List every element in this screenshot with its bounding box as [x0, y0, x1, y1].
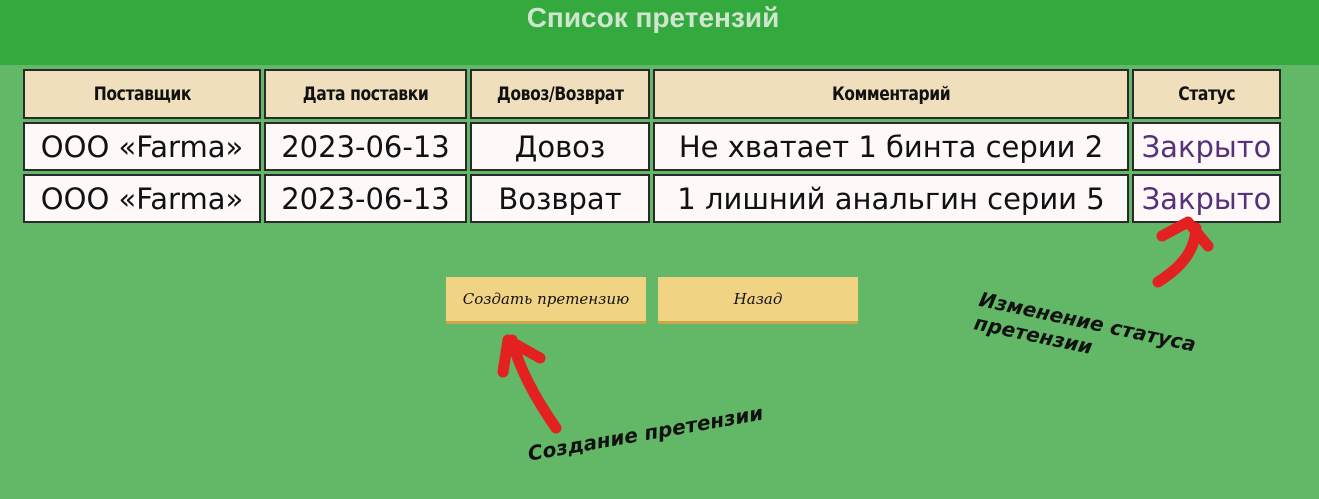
cell-type: Довоз	[470, 122, 650, 171]
status-arrow-icon	[1152, 222, 1202, 288]
cell-delivery-date: 2023-06-13	[264, 122, 467, 171]
column-header-status: Статус	[1132, 69, 1281, 119]
create-arrow-icon	[506, 334, 562, 434]
page-title: Список претензий	[526, 2, 780, 33]
cell-comment: Не хватает 1 бинта серии 2	[653, 122, 1129, 171]
table-row: ООО «Farma» 2023-06-13 Возврат 1 лишний …	[23, 174, 1281, 223]
cell-supplier: ООО «Farma»	[23, 122, 261, 171]
status-annotation: Изменение статуса претензии	[972, 287, 1236, 388]
cell-type: Возврат	[470, 174, 650, 223]
cell-delivery-date: 2023-06-13	[264, 174, 467, 223]
cell-supplier: ООО «Farma»	[23, 174, 261, 223]
create-arrow-head-icon	[497, 334, 546, 378]
back-button[interactable]: Назад	[658, 277, 858, 324]
create-claim-button[interactable]: Создать претензию	[446, 277, 646, 324]
column-header-comment: Комментарий	[653, 69, 1129, 119]
status-link[interactable]: Закрыто	[1132, 122, 1281, 171]
header-bar: Список претензий	[0, 0, 1319, 65]
column-header-supplier: Поставщик	[23, 69, 261, 119]
table-header-row: Поставщик Дата поставки Довоз/Возврат Ко…	[23, 69, 1281, 119]
column-header-type: Довоз/Возврат	[470, 69, 650, 119]
cell-comment: 1 лишний анальгин серии 5	[653, 174, 1129, 223]
status-link[interactable]: Закрыто	[1132, 174, 1281, 223]
create-annotation: Создание претензии	[526, 400, 765, 466]
table-row: ООО «Farma» 2023-06-13 Довоз Не хватает …	[23, 122, 1281, 171]
column-header-delivery-date: Дата поставки	[264, 69, 467, 119]
claims-table: Поставщик Дата поставки Довоз/Возврат Ко…	[20, 66, 1284, 226]
